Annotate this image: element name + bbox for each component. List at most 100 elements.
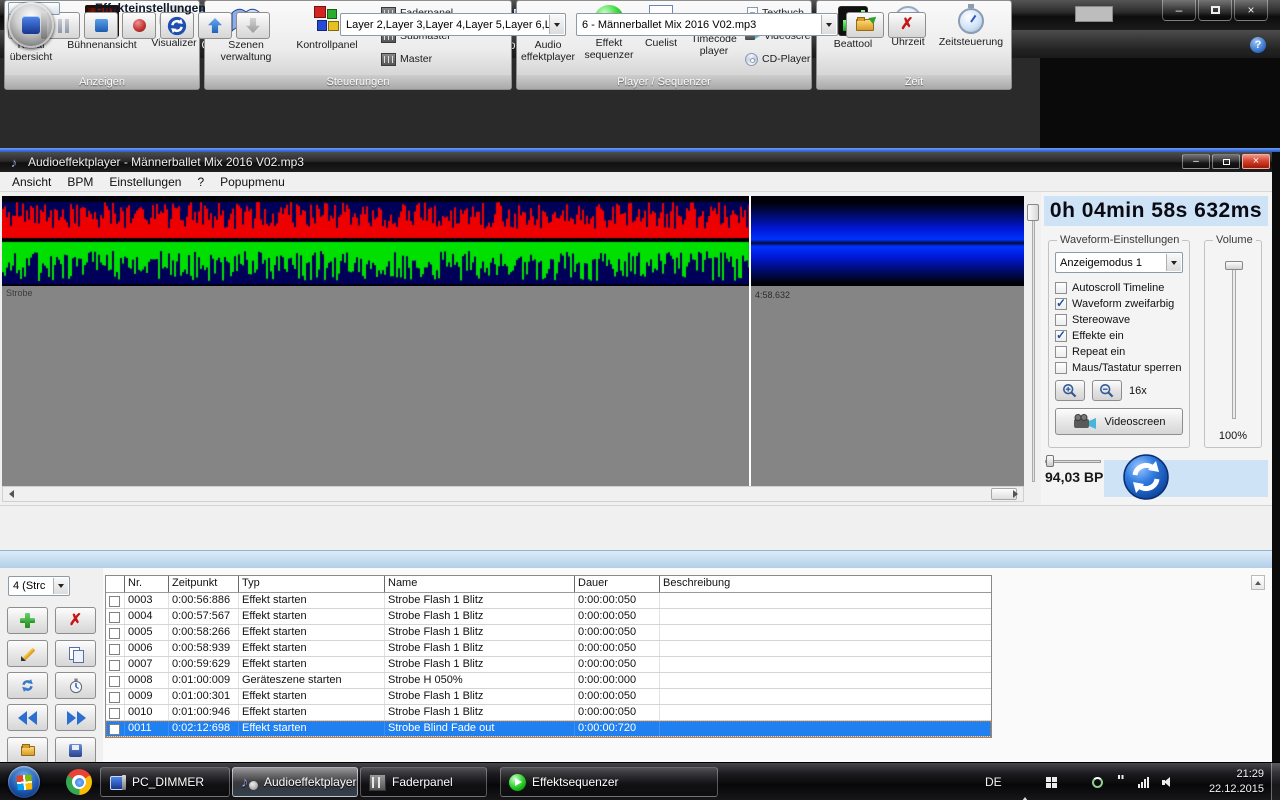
export-effects-button[interactable] xyxy=(55,737,96,764)
scroll-right-icon[interactable] xyxy=(1007,487,1023,501)
row-checkbox[interactable] xyxy=(109,660,120,671)
checkbox-waveform-zweifarbig[interactable]: ✓Waveform zweifarbig xyxy=(1055,296,1183,312)
start-button[interactable] xyxy=(8,766,40,798)
tray-expand-icon[interactable] xyxy=(1022,780,1028,798)
row-checkbox[interactable] xyxy=(109,692,120,703)
copy-effect-button[interactable] xyxy=(55,640,96,667)
ribbon-item-zeitsteuerung[interactable]: Zeitsteuerung xyxy=(931,3,1011,75)
table-row[interactable]: 00090:01:00:301Effekt startenStrobe Flas… xyxy=(106,689,991,705)
bpm-refresh-button[interactable] xyxy=(1122,453,1170,501)
vslider-thumb[interactable] xyxy=(1027,204,1039,221)
bpm-slider-thumb[interactable] xyxy=(1046,455,1054,467)
checkbox-stereowave[interactable]: Stereowave xyxy=(1055,312,1183,328)
next-effect-button[interactable] xyxy=(55,704,96,731)
table-row[interactable]: 00080:01:00:009Geräteszene startenStrobe… xyxy=(106,673,991,689)
header-cell-dauer[interactable]: Dauer xyxy=(574,576,659,592)
file-select[interactable]: 6 - Männerballet Mix 2016 V02.mp3 xyxy=(576,13,838,36)
row-checkbox[interactable] xyxy=(109,724,120,735)
table-row[interactable]: 00030:00:56:886Effekt startenStrobe Flas… xyxy=(106,593,991,609)
checkbox-autoscroll-timeline[interactable]: Autoscroll Timeline xyxy=(1055,280,1183,296)
close-button[interactable]: × xyxy=(1234,0,1268,21)
add-effect-button[interactable] xyxy=(7,607,48,634)
ribbon-item-cdplayer[interactable]: CD-Player xyxy=(745,51,812,67)
previous-effect-button[interactable] xyxy=(7,704,48,731)
chevron-down-icon[interactable] xyxy=(1166,254,1181,271)
row-checkbox[interactable] xyxy=(109,708,120,719)
table-row[interactable]: 00040:00:57:567Effekt startenStrobe Flas… xyxy=(106,609,991,625)
show-desktop-button[interactable] xyxy=(1271,763,1280,800)
zoom-in-button[interactable] xyxy=(1055,380,1085,401)
waveform-canvas[interactable] xyxy=(2,196,1024,286)
player-close-button[interactable]: × xyxy=(1242,154,1270,169)
header-cell-zeitpunkt[interactable]: Zeitpunkt xyxy=(168,576,238,592)
record-button[interactable] xyxy=(122,12,156,39)
row-checkbox[interactable] xyxy=(109,676,120,687)
chevron-down-icon[interactable] xyxy=(53,578,68,594)
edit-effect-button[interactable] xyxy=(7,640,48,667)
save-effects-button[interactable] xyxy=(7,737,48,764)
reload-button[interactable] xyxy=(160,12,194,39)
menu-item-[interactable]: ? xyxy=(189,175,212,189)
layer-select[interactable]: Layer 2,Layer 3,Layer 4,Layer 5,Layer 6,… xyxy=(340,13,566,36)
taskbar-button-audioeffektplayer[interactable]: ♪ Audioeffektplayer... xyxy=(232,767,358,797)
scroll-left-icon[interactable] xyxy=(3,487,19,501)
stop-button[interactable] xyxy=(84,12,118,39)
chevron-down-icon[interactable] xyxy=(821,15,836,34)
menu-item-popupmenu[interactable]: Popupmenu xyxy=(212,175,293,189)
checkbox-box[interactable] xyxy=(1055,346,1067,358)
tray-sync-icon[interactable] xyxy=(1092,777,1103,788)
waveform-hscrollbar[interactable] xyxy=(2,486,1024,502)
ribbon-item-master[interactable]: Master xyxy=(381,51,453,67)
effect-timeline-area[interactable]: Strobe 4:58.632 xyxy=(2,286,1024,486)
delete-effect-button[interactable]: ✗ xyxy=(55,607,96,634)
row-checkbox[interactable] xyxy=(109,596,120,607)
checkbox-box[interactable] xyxy=(1055,314,1067,326)
remove-file-button[interactable]: ✗ xyxy=(888,12,926,38)
chrome-icon[interactable] xyxy=(66,769,92,795)
taskbar-button-effektsequenzer[interactable]: Effektsequenzer xyxy=(500,767,718,797)
timer-effect-button[interactable] xyxy=(55,672,96,699)
app-menu-orb[interactable] xyxy=(8,2,54,48)
row-checkbox[interactable] xyxy=(109,628,120,639)
table-row[interactable]: 00110:02:12:698Effekt startenStrobe Blin… xyxy=(106,721,991,737)
help-button[interactable]: ? xyxy=(1250,37,1266,53)
row-checkbox[interactable] xyxy=(109,644,120,655)
videoscreen-button[interactable]: Videoscreen xyxy=(1055,408,1183,435)
taskbar-button-faderpanel[interactable]: Faderpanel xyxy=(360,767,487,797)
table-scroll-up-button[interactable] xyxy=(1251,575,1265,590)
table-row[interactable]: 00100:01:00:946Effekt startenStrobe Flas… xyxy=(106,705,991,721)
playhead-line[interactable] xyxy=(749,196,751,486)
move-up-button[interactable] xyxy=(198,12,232,39)
checkbox-repeat-ein[interactable]: Repeat ein xyxy=(1055,344,1183,360)
volume-slider[interactable] xyxy=(1225,261,1243,270)
menu-item-bpm[interactable]: BPM xyxy=(59,175,101,189)
menu-item-ansicht[interactable]: Ansicht xyxy=(4,175,59,189)
open-file-button[interactable] xyxy=(846,12,884,38)
table-row[interactable]: 00060:00:58:939Effekt startenStrobe Flas… xyxy=(106,641,991,657)
tray-network-icon[interactable] xyxy=(1138,777,1149,788)
language-indicator[interactable]: DE xyxy=(985,775,1002,789)
checkbox-maus-tastatur-sperren[interactable]: Maus/Tastatur sperren xyxy=(1055,360,1183,376)
checkbox-box[interactable] xyxy=(1055,362,1067,374)
row-checkbox[interactable] xyxy=(109,612,120,623)
player-restore-button[interactable] xyxy=(1212,154,1240,169)
minimize-button[interactable]: – xyxy=(1162,0,1196,21)
player-minimize-button[interactable]: – xyxy=(1182,154,1210,169)
tray-clock[interactable]: 21:29 22.12.2015 xyxy=(1190,767,1264,797)
waveform-vslider[interactable] xyxy=(1024,192,1041,505)
header-cell-beschreibung[interactable]: Beschreibung xyxy=(659,576,991,592)
table-row[interactable]: 00050:00:58:266Effekt startenStrobe Flas… xyxy=(106,625,991,641)
move-down-button[interactable] xyxy=(236,12,270,39)
refresh-effects-button[interactable] xyxy=(7,672,48,699)
checkbox-box[interactable]: ✓ xyxy=(1055,330,1067,342)
header-cell-nr[interactable]: Nr. xyxy=(124,576,168,592)
checkbox-box[interactable] xyxy=(1055,282,1067,294)
header-cell-select[interactable] xyxy=(106,576,124,592)
taskbar-button-pcdimmer[interactable]: PC_DIMMER xyxy=(100,767,230,797)
checkbox-box[interactable]: ✓ xyxy=(1055,298,1067,310)
menu-item-einstellungen[interactable]: Einstellungen xyxy=(101,175,189,189)
checkbox-effekte-ein[interactable]: ✓Effekte ein xyxy=(1055,328,1183,344)
zoom-out-button[interactable] xyxy=(1092,380,1122,401)
header-cell-typ[interactable]: Typ xyxy=(238,576,384,592)
chevron-down-icon[interactable] xyxy=(549,15,564,34)
